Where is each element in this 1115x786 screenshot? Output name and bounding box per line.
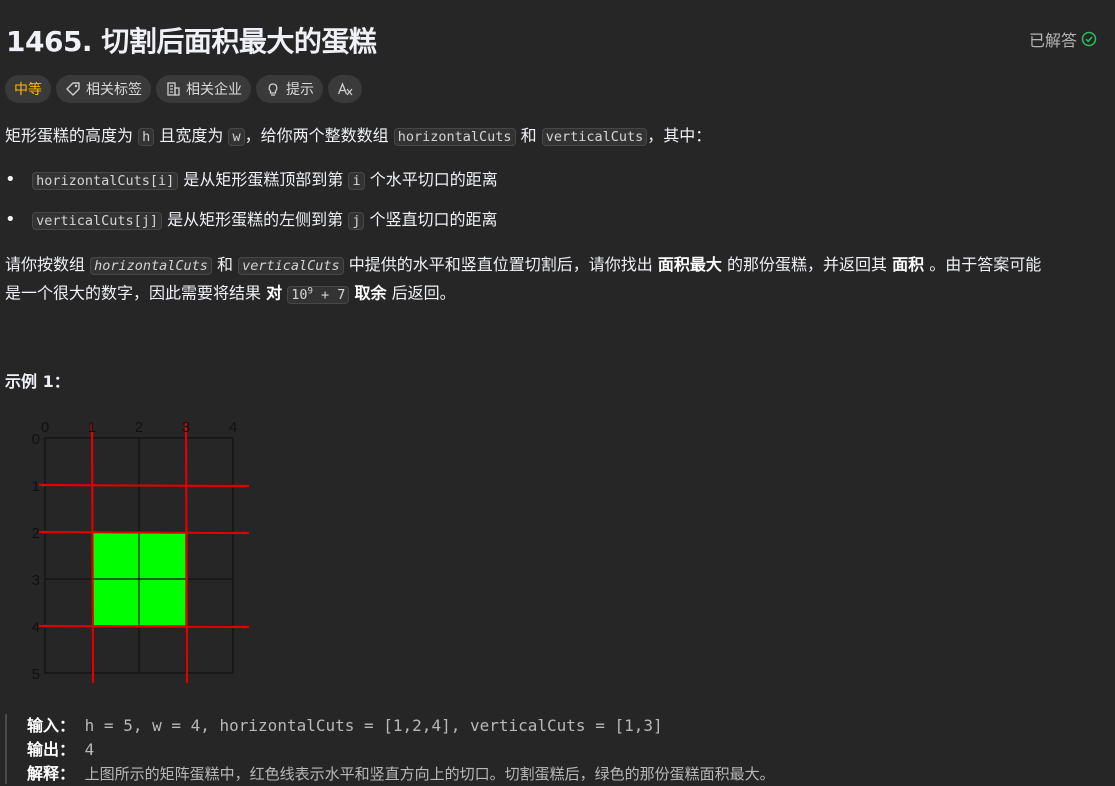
font-size-icon [337,82,353,96]
hint-button[interactable]: 提示 [256,75,323,103]
example-figure: 0 1 2 3 4 0 1 2 3 4 5 [32,419,250,684]
difficulty-label: 中等 [14,82,42,98]
bullet-dot: • [5,169,16,190]
output-line: 输出： 4 [27,738,727,762]
text-segment: 。由于答案可能 [929,255,1042,274]
hint-label: 提示 [286,82,314,98]
text-segment: 中提供的水平和竖直位置切割后，请你找出 [348,255,653,274]
inline-code: j [348,212,365,230]
building-icon [167,82,180,96]
text-segment: 是从矩形蛋糕顶部到第 [183,170,344,189]
inline-code: horizontalCuts [90,257,212,275]
bold-text: 面积 [892,255,925,274]
description-paragraph-3: 是一个很大的数字，因此需要将结果 对 109 + 7 取余 后返回。 [5,278,456,309]
horizontal-cut-line [38,624,250,629]
solved-label: 已解答 [1028,31,1077,50]
output-value: 4 [84,740,95,759]
description-paragraph-1: 矩形蛋糕的高度为 h 且宽度为 w ，给你两个整数数组 horizontalCut… [5,122,711,151]
list-item: • verticalCuts[j] 是从矩形蛋糕的左侧到第 j 个竖直切口的距离 [5,206,497,235]
text-segment: 且宽度为 [159,126,224,145]
inline-code: h [138,128,155,146]
text-segment: 请你按数组 [5,255,86,274]
explain-value: 上图所示的矩阵蛋糕中，红色线表示水平和竖直方向上的切口。切割蛋糕后，绿色的那份蛋… [84,765,775,783]
related-tags-button[interactable]: 相关标签 [56,75,151,103]
text-segment: 和 [520,126,537,145]
vertical-cut-line [184,421,189,684]
check-circle-icon [1081,31,1097,47]
description-paragraph-2: 请你按数组 horizontalCuts 和 verticalCuts 中提供的… [5,251,1105,280]
text-segment: 个水平切口的距离 [369,170,498,189]
horizontal-cut-line [38,530,250,535]
y-tick-label: 5 [32,666,40,683]
inline-code: i [348,172,365,190]
output-label: 输出： [27,740,76,759]
text-segment: 和 [217,255,234,274]
tag-icon [66,82,80,96]
x-tick-label: 1 [88,419,96,436]
y-tick-label: 1 [32,478,40,495]
bold-text: 对 [266,283,283,303]
x-tick-label: 0 [41,419,49,436]
font-size-button[interactable] [328,75,362,103]
text-segment: ，给你两个整数数组 [244,126,389,145]
modulus-code: 109 + 7 [287,285,350,304]
horizontal-cut-line [38,483,250,488]
example-io-block: 输入： h = 5, w = 4, horizontalCuts = [1,2,… [5,714,775,786]
inline-code: verticalCuts [541,128,648,146]
mod-base: 10 [291,286,308,303]
text-segment: 个竖直切口的距离 [369,210,498,229]
text-segment: 矩形蛋糕的高度为 [5,126,134,145]
mod-rest: + 7 [312,286,346,303]
input-label: 输入： [27,716,76,735]
text-segment: 的那份蛋糕，并返回其 [726,255,887,274]
vertical-cut-line [90,421,95,684]
x-tick-label: 3 [182,419,190,436]
difficulty-badge[interactable]: 中等 [5,75,51,103]
y-tick-label: 2 [32,525,40,542]
bold-text: 面积最大 [657,255,722,274]
inline-code: w [228,128,245,146]
text-segment: ，其中： [647,126,712,145]
related-companies-label: 相关企业 [186,82,242,98]
solved-status[interactable]: 已解答 [1029,27,1097,51]
text-segment: 是一个很大的数字，因此需要将结果 [5,283,262,303]
input-line: 输入： h = 5, w = 4, horizontalCuts = [1,2,… [27,714,727,738]
text-segment: 后返回。 [391,283,456,303]
bold-text: 取余 [354,283,387,303]
x-tick-label: 4 [229,419,237,436]
problem-title: 1465. 切割后面积最大的蛋糕 [6,25,377,58]
tag-bar: 中等 相关标签 相关企业 提示 [5,75,362,103]
inline-code: verticalCuts [238,257,344,275]
related-companies-button[interactable]: 相关企业 [156,75,251,103]
y-tick-label: 0 [32,431,40,448]
x-tick-label: 2 [135,419,143,436]
y-tick-label: 3 [32,572,40,589]
example-title: 示例 1： [5,372,70,391]
input-value: h = 5, w = 4, horizontalCuts = [1,2,4], … [84,716,663,735]
inline-code: verticalCuts[j] [32,212,163,230]
inline-code: horizontalCuts[i] [32,172,179,190]
text-segment: 是从矩形蛋糕的左侧到第 [167,210,344,229]
explain-line: 解释： 上图所示的矩阵蛋糕中，红色线表示水平和竖直方向上的切口。切割蛋糕后，绿色… [27,762,775,786]
y-tick-label: 4 [32,619,40,636]
lightbulb-icon [268,83,278,96]
bullet-dot: • [5,209,16,230]
related-tags-label: 相关标签 [86,82,142,98]
explain-label: 解释： [27,764,76,783]
inline-code: horizontalCuts [393,128,516,146]
list-item: • horizontalCuts[i] 是从矩形蛋糕顶部到第 i 个水平切口的距… [5,166,498,195]
